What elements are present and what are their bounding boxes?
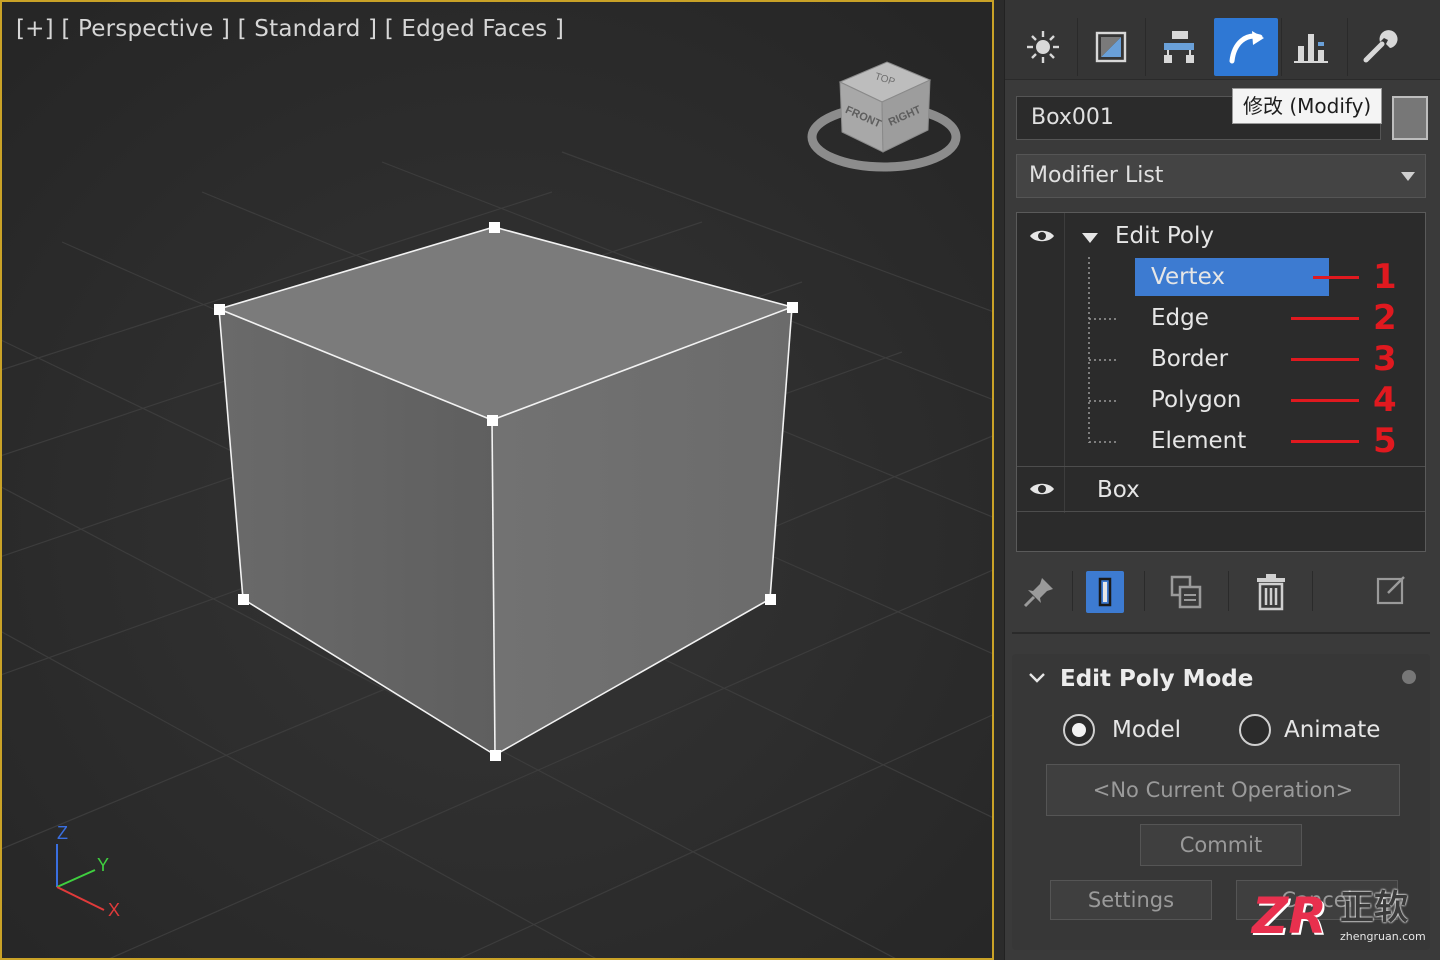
modifier-list-dropdown[interactable]: Modifier List [1016,154,1426,198]
annotation-number: 5 [1373,421,1397,461]
sub-object-polygon[interactable]: Polygon [1135,381,1241,419]
object-color-swatch[interactable] [1392,96,1428,140]
display-icon [1095,31,1127,63]
sub-object-edge[interactable]: Edge [1135,299,1209,337]
watermark-url: zhengruan.com [1340,930,1426,943]
vertex-handle[interactable] [238,594,249,605]
trash-icon[interactable] [1254,573,1288,611]
vertex-handle[interactable] [487,415,498,426]
create-tab[interactable] [1011,18,1075,76]
annotation-line [1291,399,1359,402]
eye-icon[interactable] [1029,228,1055,244]
chevron-down-icon[interactable] [1028,672,1046,684]
annotation-number: 3 [1373,339,1397,379]
vertex-handle[interactable] [489,222,500,233]
vertex-handle[interactable] [490,750,501,761]
box-base-object[interactable]: Box [1097,471,1397,509]
hierarchy-tab[interactable] [1147,18,1211,76]
motion-icon [1294,34,1328,63]
collapse-triangle-icon[interactable] [1081,231,1099,245]
viewport-label-menu[interactable]: [+] [ Perspective ] [ Standard ] [ Edged… [16,16,564,42]
viewport-canvas[interactable]: TOP FRONT RIGHT Z Y X [2,2,992,958]
model-radio[interactable] [1063,714,1095,746]
sub-object-border[interactable]: Border [1135,340,1228,378]
command-panel-tabs [1005,0,1440,80]
vertex-handle[interactable] [214,304,225,315]
axis-z-label: Z [57,823,68,843]
display-tab[interactable] [1079,18,1143,76]
axis-y-label: Y [97,855,109,875]
annotation-line [1291,440,1359,443]
edit-poly-modifier[interactable]: Edit Poly [1115,219,1415,253]
vertex-handle[interactable] [787,302,798,313]
annotation-line [1291,358,1359,361]
model-radio-label: Model [1112,717,1182,743]
commit-button[interactable]: Commit [1140,824,1302,866]
show-end-result-icon [1098,577,1112,607]
pin-stack-icon[interactable] [1022,575,1056,609]
modify-tooltip: 修改 (Modify) [1232,88,1383,124]
utilities-tab[interactable] [1347,18,1411,76]
motion-tab[interactable] [1279,18,1343,76]
modify-tab[interactable] [1214,18,1278,76]
configure-modifier-sets-icon[interactable] [1374,573,1408,607]
modifier-stack: Edit Poly Vertex Edge Border Polygon Ele… [1016,212,1426,552]
app-window: TOP FRONT RIGHT Z Y X [+] [ Perspective … [0,0,1440,960]
show-end-result-button[interactable] [1086,571,1124,613]
make-unique-icon[interactable] [1168,573,1204,611]
wrench-icon [1363,30,1398,63]
modifier-stack-toolbar [1016,565,1428,619]
annotation-number: 2 [1373,298,1397,338]
modify-arc-icon [1229,31,1264,64]
annotation-line [1313,276,1359,279]
perspective-viewport[interactable]: TOP FRONT RIGHT Z Y X [+] [ Perspective … [0,0,994,960]
sun-icon [1027,31,1059,63]
annotation-line [1291,317,1359,320]
sub-object-element[interactable]: Element [1135,422,1246,460]
modifier-list-label: Modifier List [1029,163,1164,188]
animate-radio[interactable] [1239,714,1271,746]
eye-icon[interactable] [1029,481,1055,497]
zhengruan-watermark: ZR 正软 zhengruan.com [1252,888,1430,948]
hierarchy-icon [1164,31,1194,63]
annotation-number: 1 [1373,257,1397,297]
annotation-number: 4 [1373,380,1397,420]
rollout-title[interactable]: Edit Poly Mode [1060,666,1253,692]
current-operation-button[interactable]: <No Current Operation> [1046,764,1400,816]
settings-button[interactable]: Settings [1050,880,1212,920]
chevron-down-icon [1401,172,1415,181]
sub-object-vertex[interactable]: Vertex [1135,258,1329,296]
animate-radio-label: Animate [1284,717,1381,743]
vertex-handle[interactable] [765,594,776,605]
rollout-indicator-dot [1402,670,1416,684]
tree-connector [1088,257,1119,443]
watermark-text: 正软 [1340,888,1408,928]
axis-x-label: X [108,900,120,920]
watermark-logo: ZR [1252,887,1327,945]
